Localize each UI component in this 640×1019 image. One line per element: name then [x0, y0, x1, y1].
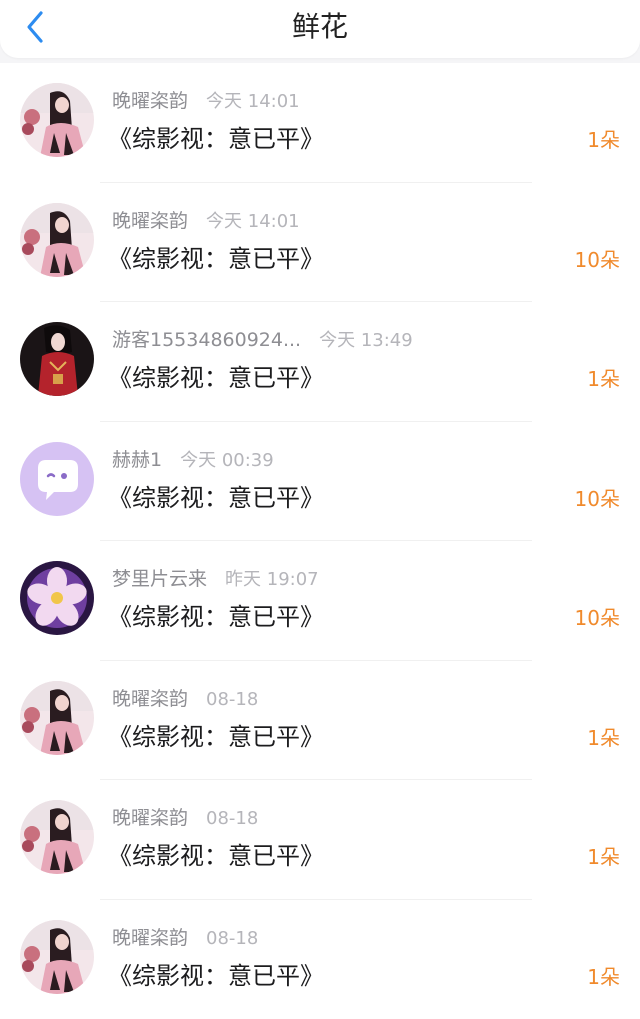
- list-item[interactable]: 晚曜栥韵 08-18 《综影视：意已平》 1朵: [0, 900, 640, 1019]
- user-name: 游客15534860924...: [112, 329, 301, 351]
- flower-gift-list: 晚曜栥韵今天 14:01 《综影视：意已平》 1朵 晚曜栥韵今天 14:01 《…: [0, 63, 640, 1019]
- list-item[interactable]: 晚曜栥韵 08-18 《综影视：意已平》 1朵: [0, 780, 640, 900]
- timestamp: 今天 14:01: [206, 211, 300, 232]
- book-title: 《综影视：意已平》: [108, 123, 324, 155]
- top-nav-bar: 鲜花: [0, 0, 640, 58]
- timestamp: 08-18: [206, 689, 258, 710]
- list-item[interactable]: 赫赫1 今天 00:39 《综影视：意已平》 10朵: [0, 422, 640, 542]
- list-item[interactable]: 晚曜栥韵今天 14:01 《综影视：意已平》 10朵: [0, 183, 640, 303]
- book-title: 《综影视：意已平》: [108, 840, 324, 872]
- book-title: 《综影视：意已平》: [108, 601, 324, 633]
- avatar[interactable]: [20, 83, 94, 157]
- flower-count: 1朵: [587, 844, 620, 870]
- avatar[interactable]: [20, 442, 94, 516]
- book-title: 《综影视：意已平》: [108, 243, 324, 275]
- user-name: 晚曜栥韵: [112, 210, 188, 232]
- timestamp: 今天 00:39: [180, 450, 274, 471]
- avatar[interactable]: [20, 681, 94, 755]
- list-item[interactable]: 晚曜栥韵 08-18 《综影视：意已平》 1朵: [0, 661, 640, 781]
- timestamp: 今天 14:01: [206, 91, 300, 112]
- flower-count: 1朵: [587, 127, 620, 153]
- timestamp: 今天 13:49: [319, 330, 413, 351]
- book-title: 《综影视：意已平》: [108, 721, 324, 753]
- timestamp: 08-18: [206, 808, 258, 829]
- book-title: 《综影视：意已平》: [108, 362, 324, 394]
- page-title: 鲜花: [0, 10, 640, 44]
- user-name: 晚曜栥韵: [112, 927, 188, 949]
- flower-count: 1朵: [587, 964, 620, 990]
- flower-count: 10朵: [575, 247, 620, 273]
- list-item[interactable]: 游客15534860924... 今天 13:49 《综影视：意已平》 1朵: [0, 302, 640, 422]
- book-title: 《综影视：意已平》: [108, 482, 324, 514]
- book-title: 《综影视：意已平》: [108, 960, 324, 992]
- flower-count: 10朵: [575, 486, 620, 512]
- list-item[interactable]: 晚曜栥韵今天 14:01 《综影视：意已平》 1朵: [0, 63, 640, 183]
- timestamp: 昨天 19:07: [225, 569, 319, 590]
- timestamp: 08-18: [206, 928, 258, 949]
- avatar[interactable]: [20, 920, 94, 994]
- flower-count: 1朵: [587, 725, 620, 751]
- chat-bubble-icon: [20, 442, 94, 516]
- avatar[interactable]: [20, 203, 94, 277]
- list-item[interactable]: 梦里片云来昨天 19:07 《综影视：意已平》 10朵: [0, 541, 640, 661]
- user-name: 赫赫1: [112, 449, 162, 471]
- flower-count: 1朵: [587, 366, 620, 392]
- avatar[interactable]: [20, 561, 94, 635]
- flower-count: 10朵: [575, 605, 620, 631]
- user-name: 晚曜栥韵: [112, 688, 188, 710]
- user-name: 晚曜栥韵: [112, 90, 188, 112]
- avatar[interactable]: [20, 800, 94, 874]
- user-name: 晚曜栥韵: [112, 807, 188, 829]
- avatar[interactable]: [20, 322, 94, 396]
- user-name: 梦里片云来: [112, 568, 207, 590]
